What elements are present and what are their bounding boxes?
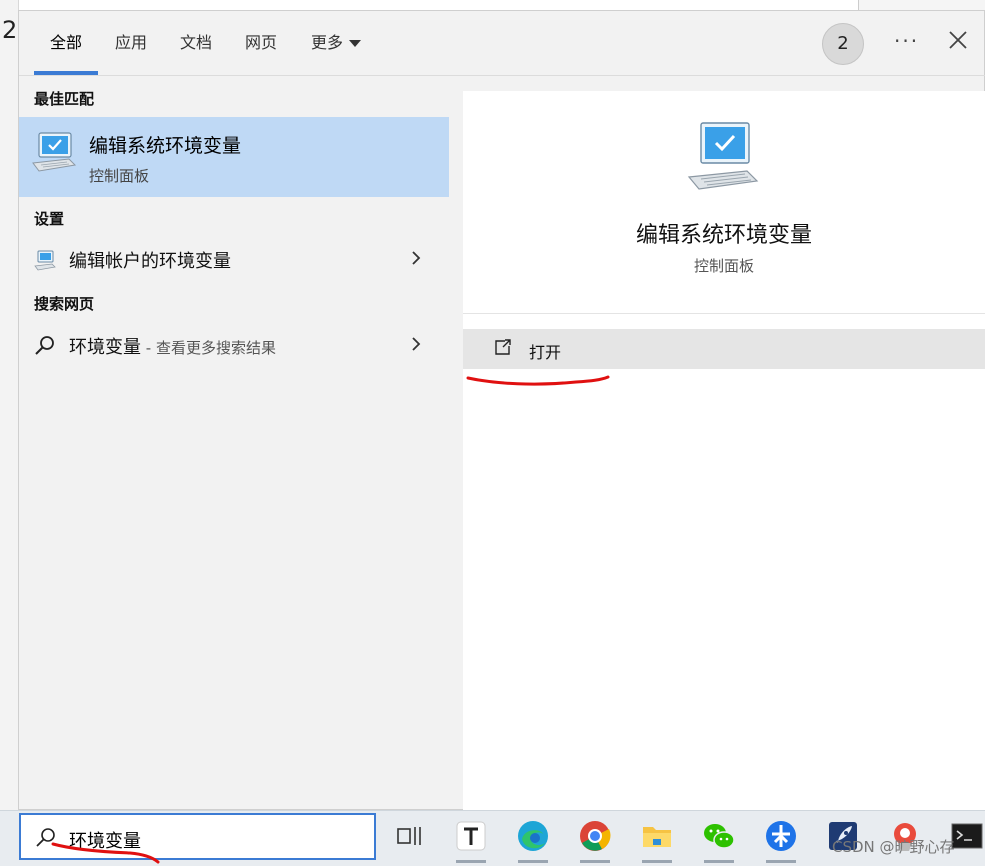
tab-all[interactable]: 全部	[50, 31, 82, 75]
search-header: 全部 应用 文档 网页 更多 2 ···	[19, 11, 985, 76]
detail-header: 编辑系统环境变量 控制面板	[463, 91, 985, 314]
detail-pane: 编辑系统环境变量 控制面板 打开	[463, 91, 985, 811]
task-view-icon[interactable]	[390, 817, 428, 855]
active-tab-indicator	[34, 71, 98, 75]
annotation-underline-open	[466, 375, 610, 386]
detail-title: 编辑系统环境变量	[635, 223, 812, 248]
wechat-icon[interactable]	[700, 817, 738, 855]
explorer-running-indicator	[642, 860, 672, 863]
tab-all-label: 全部	[50, 33, 83, 52]
best-match-heading: 最佳匹配	[34, 90, 95, 108]
best-match-result[interactable]: 编辑系统环境变量 控制面板	[19, 117, 449, 197]
open-action[interactable]: 打开	[463, 329, 985, 369]
more-options-icon[interactable]: ···	[894, 29, 919, 53]
wechat-running-indicator	[704, 860, 734, 863]
background-char: 2	[2, 16, 18, 44]
search-web-heading: 搜索网页	[34, 295, 95, 313]
typora-icon[interactable]	[452, 817, 490, 855]
feishu-icon[interactable]	[762, 817, 800, 855]
list-item-settings-env[interactable]: 编辑帐户的环境变量	[19, 239, 449, 279]
tab-web-label: 网页	[245, 33, 278, 52]
chrome-icon[interactable]	[576, 817, 614, 855]
tab-apps[interactable]: 应用	[115, 31, 147, 75]
search-icon	[35, 336, 54, 355]
list-item-web-search[interactable]: 环境变量 - 查看更多搜索结果	[19, 325, 449, 365]
chevron-right-icon[interactable]	[409, 249, 423, 267]
best-match-title: 编辑系统环境变量	[89, 135, 242, 157]
settings-item-label: 编辑帐户的环境变量	[69, 251, 231, 272]
typora-running-indicator	[456, 860, 486, 863]
monitor-check-icon	[32, 132, 77, 172]
rewards-badge[interactable]: 2	[822, 23, 864, 65]
chevron-down-icon	[349, 40, 362, 47]
chevron-right-icon[interactable]	[409, 335, 423, 353]
settings-heading: 设置	[34, 210, 65, 228]
web-item-text: 环境变量 - 查看更多搜索结果	[69, 333, 276, 359]
detail-subtitle: 控制面板	[693, 257, 754, 275]
web-item-hint: - 查看更多搜索结果	[141, 339, 276, 357]
open-label: 打开	[529, 343, 562, 362]
tab-web[interactable]: 网页	[245, 31, 277, 75]
watermark: CSDN @旷野心存	[832, 838, 955, 856]
tab-more[interactable]: 更多	[311, 31, 362, 75]
monitor-check-icon	[687, 122, 759, 190]
edge-icon[interactable]	[514, 817, 552, 855]
feishu-running-indicator	[766, 860, 796, 863]
tab-apps-label: 应用	[115, 33, 148, 52]
best-match-subtitle: 控制面板	[89, 167, 150, 185]
tab-documents[interactable]: 文档	[180, 31, 212, 75]
file-explorer-icon[interactable]	[638, 817, 676, 855]
chrome-running-indicator	[580, 860, 610, 863]
monitor-icon	[34, 250, 56, 271]
open-external-icon	[495, 339, 511, 355]
background-window-left: 2	[0, 0, 19, 865]
close-icon[interactable]	[947, 29, 969, 51]
windows-search-panel: 全部 应用 文档 网页 更多 2 ··· 最佳匹配 编辑系统环境变量 控制面板 …	[18, 10, 985, 811]
tab-documents-label: 文档	[180, 33, 213, 52]
web-item-label: 环境变量	[69, 337, 141, 358]
annotation-underline-search	[51, 842, 160, 864]
edge-running-indicator	[518, 860, 548, 863]
tab-more-label: 更多	[311, 33, 344, 52]
